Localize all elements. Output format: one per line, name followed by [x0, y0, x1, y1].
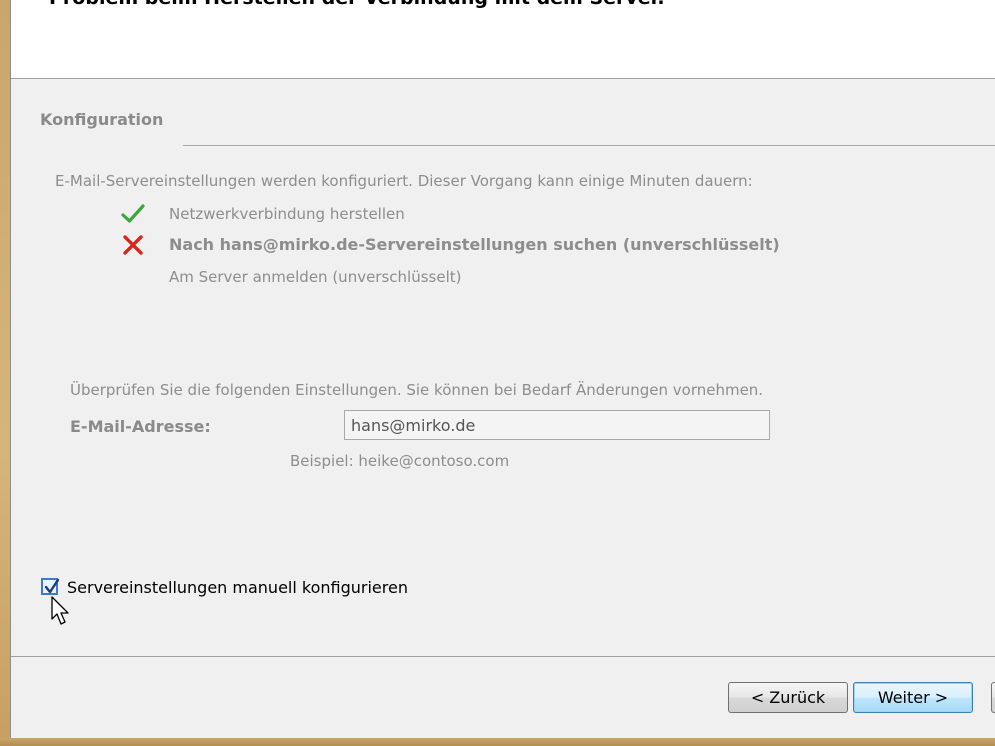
manual-config-checkbox[interactable] [41, 578, 60, 595]
next-button[interactable]: Weiter > [853, 682, 973, 713]
dialog-header: Problem beim Herstellen der Verbindung m… [11, 0, 995, 79]
back-button[interactable]: < Zurück [728, 682, 848, 713]
check-icon [120, 201, 146, 227]
footer-divider [11, 656, 995, 657]
email-field[interactable] [344, 410, 770, 440]
step-server-login: Am Server anmelden (unverschlüsselt) [120, 264, 880, 290]
email-example-hint: Beispiel: heike@contoso.com [290, 452, 510, 470]
step-label: Netzwerkverbindung herstellen [169, 205, 405, 223]
email-label: E-Mail-Adresse: [70, 417, 211, 436]
cancel-button-partial[interactable] [991, 682, 995, 713]
manual-config-label[interactable]: Servereinstellungen manuell konfiguriere… [67, 578, 408, 597]
step-label: Am Server anmelden (unverschlüsselt) [169, 268, 462, 286]
desktop-background [0, 738, 995, 746]
step-search-server-settings: Nach hans@mirko.de-Servereinstellungen s… [120, 232, 880, 258]
cross-icon [120, 232, 146, 258]
header-title: Problem beim Herstellen der Verbindung m… [49, 0, 665, 9]
manual-config-option[interactable]: Servereinstellungen manuell konfiguriere… [41, 578, 541, 600]
mouse-cursor-icon [51, 596, 73, 626]
step-network-connection: Netzwerkverbindung herstellen [120, 201, 880, 227]
section-title: Konfiguration [40, 110, 164, 129]
section-divider [183, 145, 995, 146]
account-setup-dialog: Problem beim Herstellen der Verbindung m… [10, 0, 995, 746]
screen: Problem beim Herstellen der Verbindung m… [0, 0, 995, 746]
configuration-info-text: E-Mail-Servereinstellungen werden konfig… [55, 172, 753, 190]
step-label: Nach hans@mirko.de-Servereinstellungen s… [169, 235, 780, 254]
verify-settings-text: Überprüfen Sie die folgenden Einstellung… [70, 381, 764, 399]
